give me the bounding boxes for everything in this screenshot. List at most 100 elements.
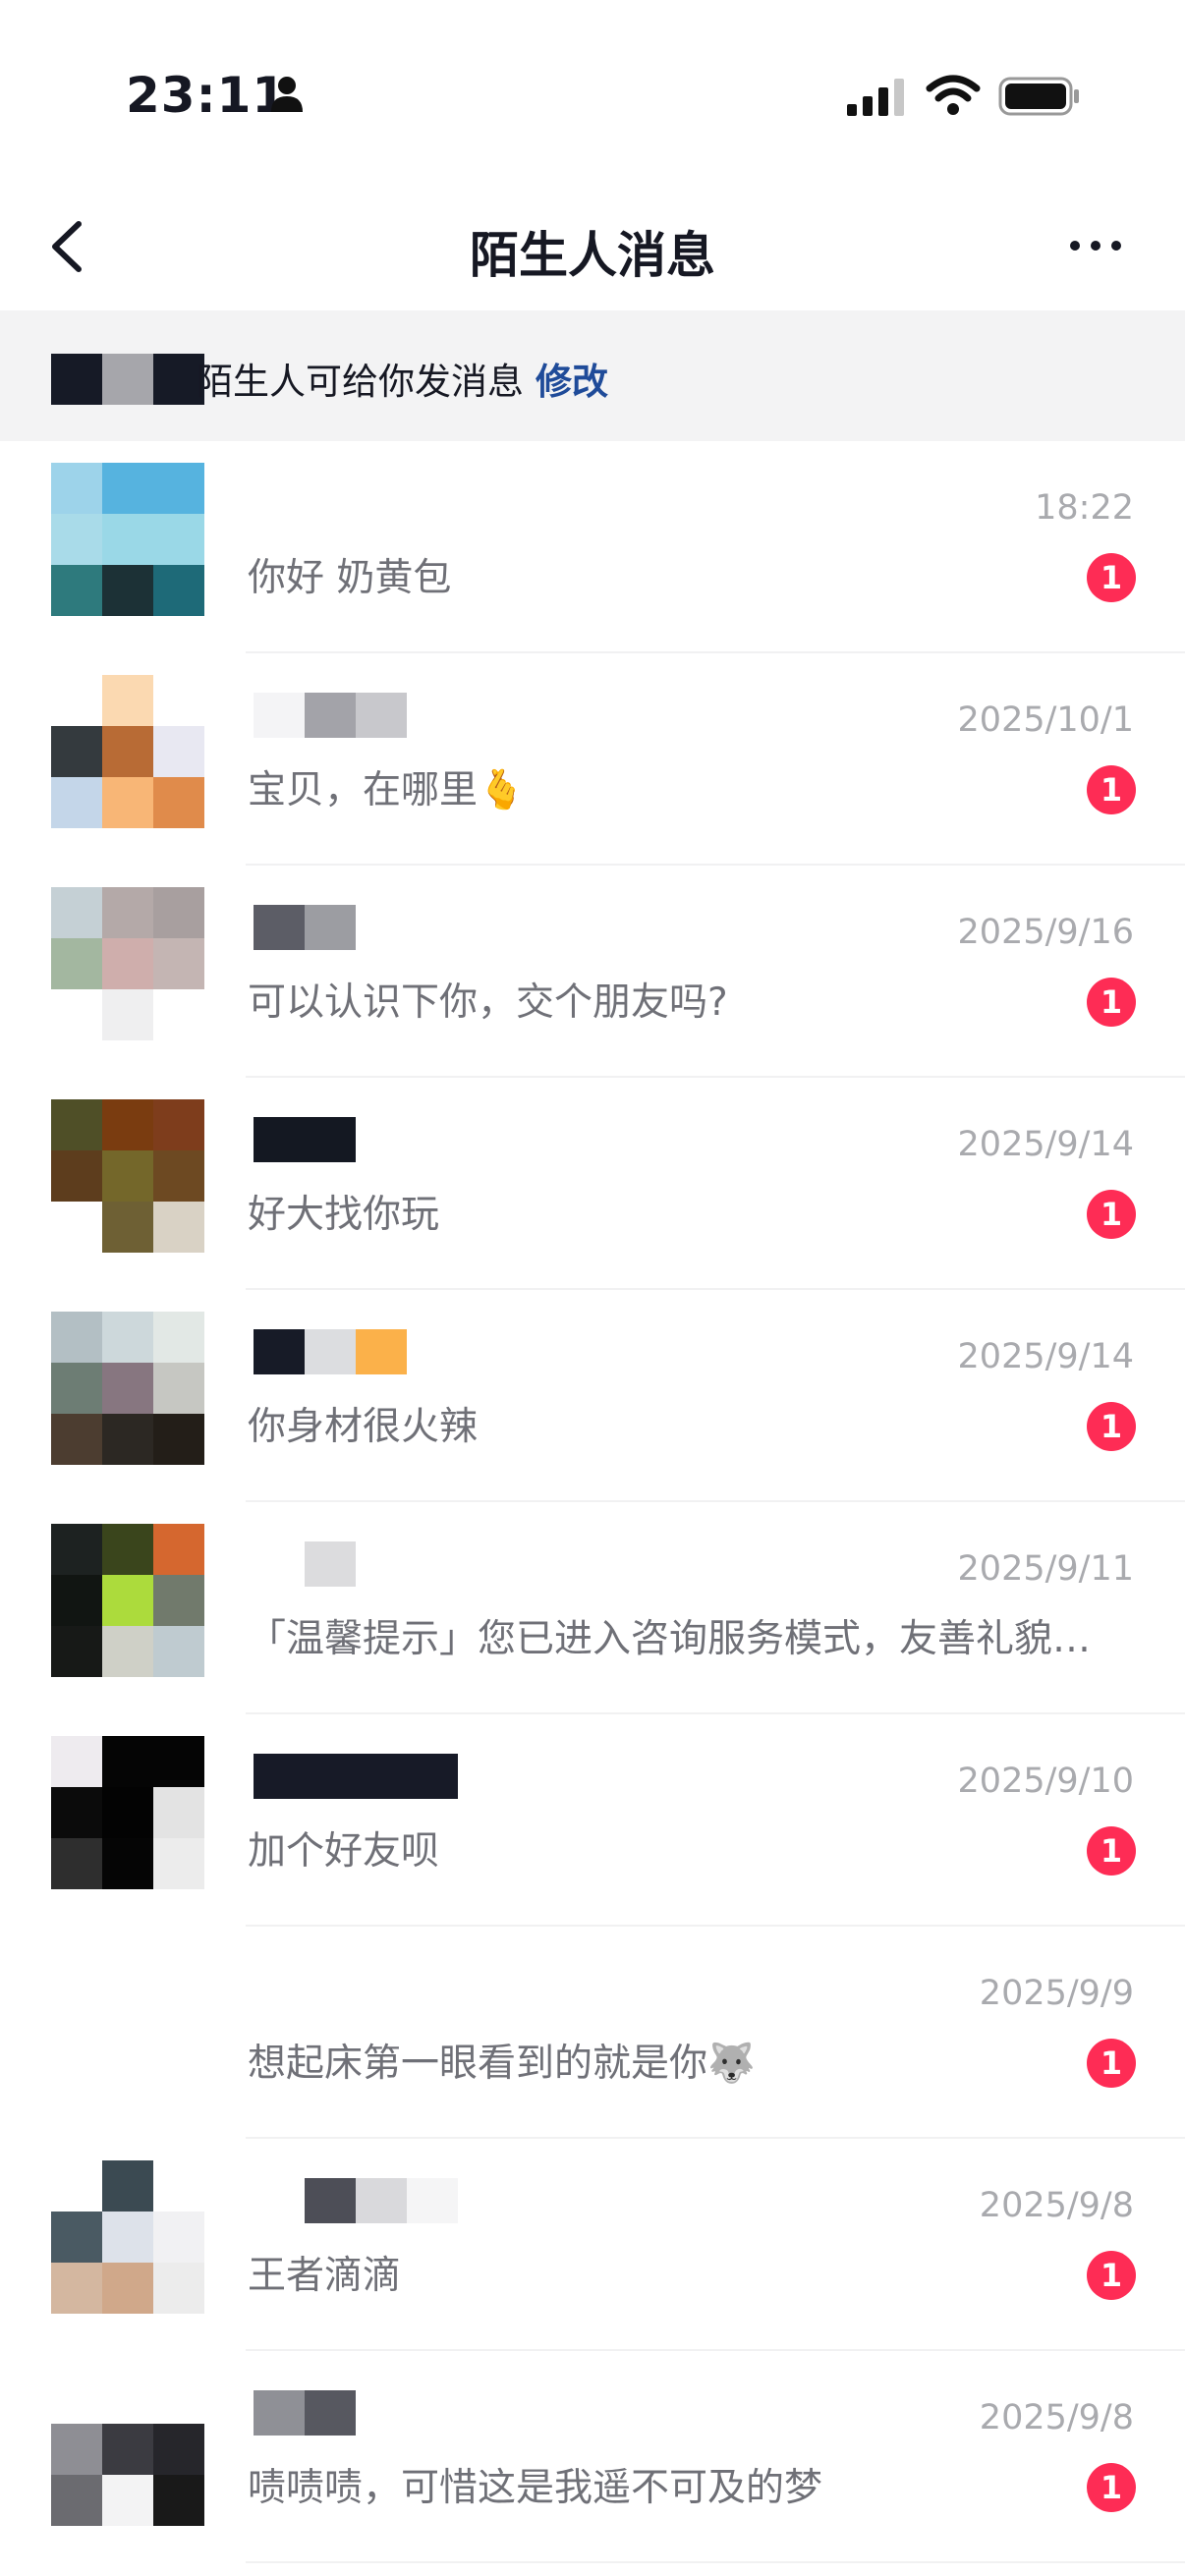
message-row[interactable]: 2025/9/14 好大找你玩 1: [0, 1078, 1185, 1290]
message-time: 2025/9/8: [979, 2398, 1134, 2437]
message-preview: 王者滴滴: [248, 2254, 402, 2298]
avatar-pixel: [102, 2212, 153, 2263]
unread-badge: 1: [1087, 1826, 1136, 1876]
avatar-pixel: [153, 1736, 204, 1787]
avatar-pixel: [102, 1150, 153, 1202]
avatar[interactable]: [51, 1099, 204, 1253]
avatar-pixel: [153, 1838, 204, 1889]
message-row[interactable]: 2025/10/1 宝贝，在哪里🫰 1: [0, 653, 1185, 866]
unread-badge: 1: [1087, 2463, 1136, 2512]
name-pixel: [254, 1541, 305, 1587]
name-pixel: [254, 2390, 305, 2436]
unread-badge: 1: [1087, 2039, 1136, 2088]
avatar-pixel: [153, 2263, 204, 2314]
message-preview: 加个好友呗: [248, 1829, 440, 1874]
avatar[interactable]: [51, 1736, 204, 1889]
page-title: 陌生人消息: [470, 227, 715, 284]
message-row[interactable]: 2025/9/8 王者滴滴 1: [0, 2139, 1185, 2351]
avatar[interactable]: [51, 1312, 204, 1465]
avatar-pixel: [51, 1363, 102, 1414]
avatar[interactable]: [51, 2373, 204, 2526]
more-icon[interactable]: [1061, 226, 1130, 265]
sender-name-blurred: [254, 1117, 356, 1162]
notice-blurred-content: [51, 354, 204, 405]
avatar[interactable]: [51, 2160, 204, 2314]
message-row[interactable]: 2025/9/11 「温馨提示」您已进入咨询服务模式，友善礼貌…: [0, 1502, 1185, 1714]
message-preview: 宝贝，在哪里🫰: [248, 768, 526, 812]
name-pixel: [305, 1754, 356, 1799]
avatar-pixel: [102, 2050, 153, 2101]
wifi-icon: [926, 75, 981, 115]
name-pixel: [254, 905, 305, 950]
sender-name-blurred: [254, 693, 407, 738]
name-pixel: [305, 693, 356, 738]
sender-name-blurred: [254, 2178, 458, 2223]
unread-badge: 1: [1087, 978, 1136, 1027]
notice-bar: 陌生人可给你发消息 修改: [0, 310, 1185, 441]
avatar-pixel: [153, 675, 204, 726]
avatar-pixel: [102, 514, 153, 565]
message-time: 2025/9/9: [979, 1974, 1134, 2013]
name-pixel: [305, 905, 356, 950]
name-pixel: [407, 2178, 458, 2223]
avatar-pixel: [102, 2475, 153, 2526]
modify-link[interactable]: 修改: [536, 361, 608, 403]
sender-name-blurred: [254, 1541, 356, 1587]
avatar[interactable]: [51, 1948, 204, 2101]
avatar-pixel: [102, 989, 153, 1040]
avatar-pixel: [51, 1787, 102, 1838]
avatar[interactable]: [51, 887, 204, 1040]
message-time: 2025/9/11: [957, 1549, 1134, 1589]
avatar-pixel: [102, 1414, 153, 1465]
message-preview: 好大找你玩: [248, 1193, 440, 1237]
avatar-pixel: [51, 1999, 102, 2050]
name-pixel: [356, 905, 407, 950]
message-row[interactable]: 2025/9/9 想起床第一眼看到的就是你🐺 1: [0, 1927, 1185, 2139]
avatar-pixel: [51, 1312, 102, 1363]
avatar-pixel: [153, 938, 204, 989]
avatar-pixel: [102, 1363, 153, 1414]
avatar-pixel: [102, 1524, 153, 1575]
name-pixel: [254, 693, 305, 738]
avatar-pixel: [51, 2373, 102, 2424]
message-time: 2025/9/14: [957, 1125, 1134, 1164]
message-row[interactable]: 2025/9/8 啧啧啧，可惜这是我遥不可及的梦 1: [0, 2351, 1185, 2563]
avatar-pixel: [102, 2160, 153, 2212]
name-pixel: [254, 1329, 305, 1374]
message-preview: 「温馨提示」您已进入咨询服务模式，友善礼貌…: [248, 1617, 1092, 1661]
unread-badge: 1: [1087, 765, 1136, 814]
avatar-pixel: [153, 1575, 204, 1626]
message-row[interactable]: 18:22 你好 奶黄包 1: [0, 441, 1185, 653]
name-pixel: [356, 2178, 407, 2223]
avatar-pixel: [51, 887, 102, 938]
avatar-pixel: [51, 2475, 102, 2526]
name-pixel: [305, 2178, 356, 2223]
name-pixel: [305, 1329, 356, 1374]
avatar-pixel: [51, 2212, 102, 2263]
person-icon: [271, 77, 303, 112]
message-time: 2025/9/16: [957, 913, 1134, 952]
avatar[interactable]: [51, 1524, 204, 1677]
avatar-pixel: [153, 1524, 204, 1575]
name-pixel: [305, 1541, 356, 1587]
message-preview: 啧啧啧，可惜这是我遥不可及的梦: [248, 2466, 823, 2510]
avatar[interactable]: [51, 675, 204, 828]
message-preview: 你身材很火辣: [248, 1405, 479, 1449]
avatar-pixel: [51, 2263, 102, 2314]
avatar-pixel: [153, 1099, 204, 1150]
message-row[interactable]: 2025/9/10 加个好友呗 1: [0, 1714, 1185, 1927]
avatar-pixel: [153, 1948, 204, 1999]
message-row[interactable]: 2025/9/14 你身材很火辣 1: [0, 1290, 1185, 1502]
avatar-pixel: [51, 463, 102, 514]
name-pixel: [254, 1117, 305, 1162]
avatar[interactable]: [51, 463, 204, 616]
name-pixel: [254, 2178, 305, 2223]
battery-icon: [998, 77, 1079, 116]
avatar-pixel: [102, 887, 153, 938]
sender-name-blurred: [254, 1329, 407, 1374]
sender-name-blurred: [254, 1754, 458, 1799]
message-row[interactable]: 2025/9/16 可以认识下你，交个朋友吗? 1: [0, 866, 1185, 1078]
name-pixel: [305, 2390, 356, 2436]
avatar-pixel: [102, 463, 153, 514]
avatar-pixel: [153, 1202, 204, 1253]
